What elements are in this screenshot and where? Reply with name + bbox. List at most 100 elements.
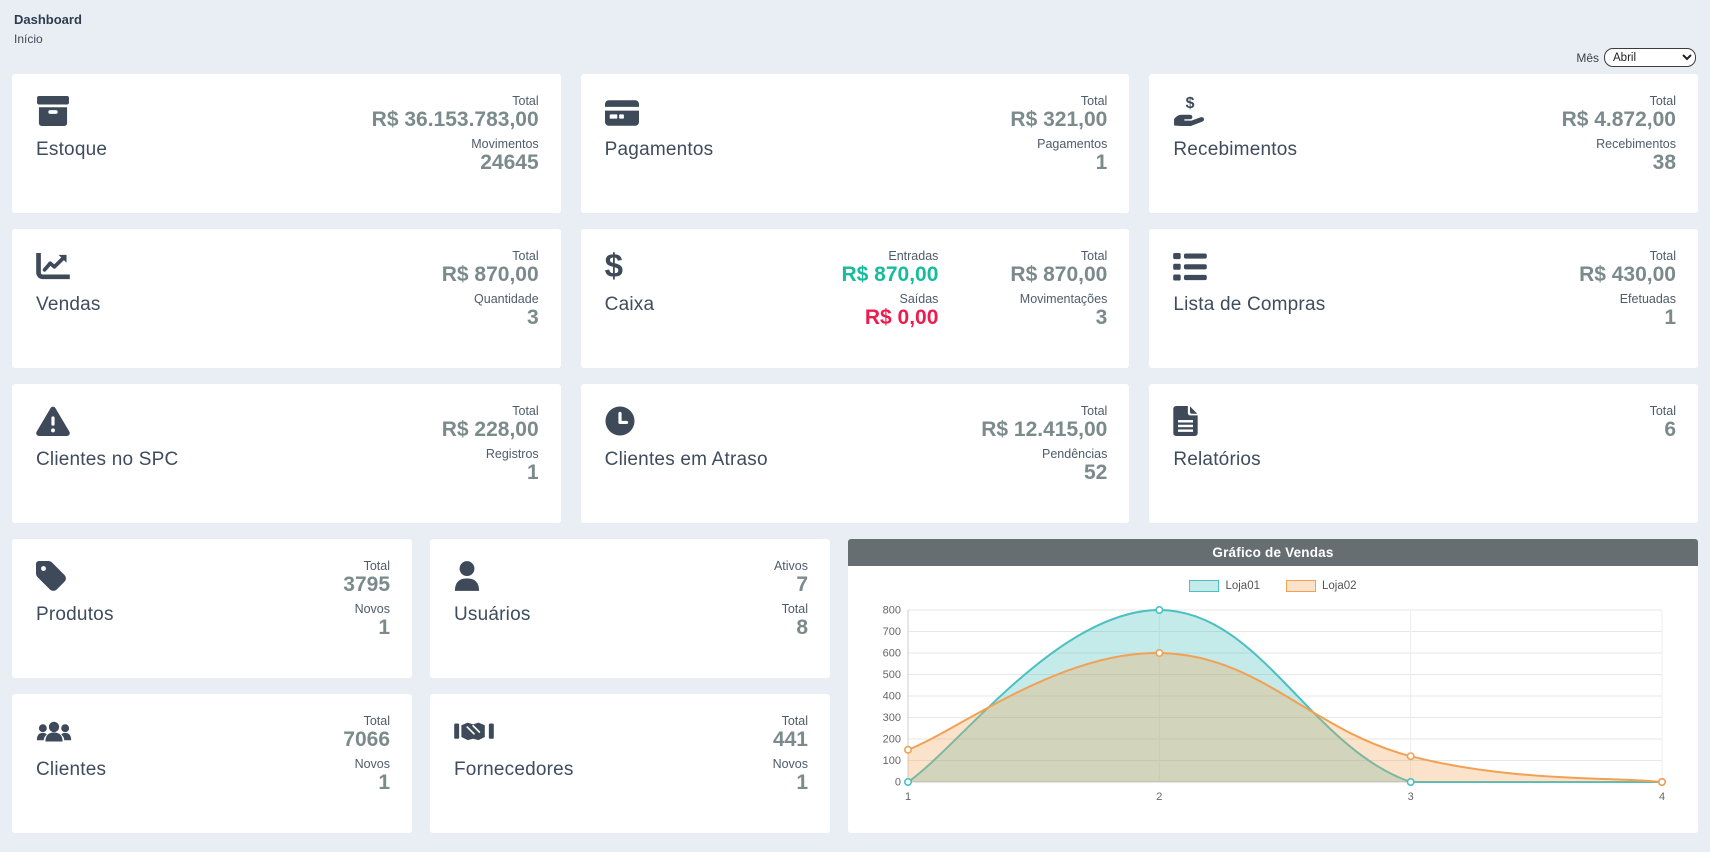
stat-value: 6	[1650, 418, 1676, 442]
card-vendas[interactable]: Vendas TotalR$ 870,00 Quantidade3	[12, 229, 561, 368]
card-relatorios[interactable]: Relatórios Total6	[1149, 384, 1698, 523]
legend-item-loja02[interactable]: Loja02	[1286, 580, 1357, 592]
svg-text:700: 700	[883, 626, 901, 638]
card-title: Lista de Compras	[1173, 294, 1325, 316]
stat-value: 1	[1010, 151, 1107, 175]
users-icon	[36, 714, 72, 746]
svg-text:100: 100	[883, 755, 901, 767]
dollar-sign-icon: $	[605, 249, 623, 281]
card-title: Pagamentos	[605, 139, 714, 161]
legend-item-loja01[interactable]: Loja01	[1189, 580, 1260, 592]
month-filter-row: Mês Abril	[12, 48, 1696, 67]
card-recebimentos[interactable]: $ Recebimentos TotalR$ 4.872,00 Recebime…	[1149, 74, 1698, 213]
card-title: Vendas	[36, 294, 101, 316]
stat-value: 38	[1562, 151, 1676, 175]
stat-label: Novos	[343, 602, 390, 616]
card-clientes[interactable]: Clientes Total7066 Novos1	[12, 694, 412, 833]
legend-label: Loja02	[1322, 580, 1357, 592]
card-title: Fornecedores	[454, 759, 574, 781]
stat-label: Novos	[773, 757, 808, 771]
stat-value: R$ 870,00	[442, 263, 539, 287]
stat-label: Total	[773, 714, 808, 728]
stat-label: Total	[1010, 94, 1107, 108]
stat-label: Quantidade	[442, 292, 539, 306]
card-fornecedores[interactable]: Fornecedores Total441 Novos1	[430, 694, 830, 833]
stat-label: Entradas	[841, 249, 938, 263]
stat-label: Total	[343, 559, 390, 573]
card-title: Caixa	[605, 294, 655, 316]
stat-label: Total	[442, 249, 539, 263]
card-pagamentos[interactable]: Pagamentos TotalR$ 321,00 Pagamentos1	[581, 74, 1130, 213]
card-title: Clientes	[36, 759, 106, 781]
breadcrumb[interactable]: Início	[14, 32, 1698, 46]
box-archive-icon	[36, 94, 70, 126]
stat-value: 1	[773, 771, 808, 795]
svg-text:800: 800	[883, 605, 901, 617]
svg-text:200: 200	[883, 734, 901, 746]
stat-label: Movimentos	[372, 137, 539, 151]
tag-icon	[36, 559, 66, 591]
stat-value: 3	[1010, 306, 1107, 330]
chart-title-bar: Gráfico de Vendas	[848, 539, 1698, 566]
stat-value: 52	[981, 461, 1107, 485]
svg-text:3: 3	[1408, 791, 1414, 803]
stat-value: R$ 36.153.783,00	[372, 108, 539, 132]
stat-value: R$ 870,00	[1010, 263, 1107, 287]
stat-label: Pagamentos	[1010, 137, 1107, 151]
stat-label: Efetuadas	[1579, 292, 1676, 306]
file-lines-icon	[1173, 404, 1198, 436]
card-title: Clientes no SPC	[36, 449, 178, 471]
stat-label: Total	[442, 404, 539, 418]
stat-value: R$ 430,00	[1579, 263, 1676, 287]
page-title: Dashboard	[14, 12, 1698, 27]
stat-value: 24645	[372, 151, 539, 175]
card-clientes-no-spc[interactable]: Clientes no SPC TotalR$ 228,00 Registros…	[12, 384, 561, 523]
stat-label: Total	[774, 602, 808, 616]
clock-icon	[605, 404, 635, 436]
card-title: Estoque	[36, 139, 107, 161]
stat-value: 3795	[343, 573, 390, 597]
stat-label: Total	[1650, 404, 1676, 418]
stat-value: 1	[343, 616, 390, 640]
stat-value: R$ 4.872,00	[1562, 108, 1676, 132]
card-produtos[interactable]: Produtos Total3795 Novos1	[12, 539, 412, 678]
handshake-icon	[454, 714, 494, 746]
card-caixa[interactable]: $ Caixa EntradasR$ 870,00 SaídasR$ 0,00 …	[581, 229, 1130, 368]
stat-label: Total	[343, 714, 390, 728]
svg-text:500: 500	[883, 669, 901, 681]
page-header: Dashboard Início	[14, 12, 1698, 46]
stat-value: 7	[774, 573, 808, 597]
stat-value: 1	[1579, 306, 1676, 330]
legend-swatch-loja01	[1189, 580, 1219, 592]
stat-label: Total	[1010, 249, 1107, 263]
card-title: Relatórios	[1173, 449, 1261, 471]
triangle-exclamation-icon	[36, 404, 70, 436]
month-select[interactable]: Abril	[1604, 48, 1696, 67]
stat-label: Movimentações	[1010, 292, 1107, 306]
stat-label: Saídas	[841, 292, 938, 306]
card-clientes-em-atraso[interactable]: Clientes em Atraso TotalR$ 12.415,00 Pen…	[581, 384, 1130, 523]
stat-label: Novos	[343, 757, 390, 771]
card-title: Produtos	[36, 604, 114, 626]
bottom-section: Produtos Total3795 Novos1 Usuários Ativo…	[12, 539, 1698, 833]
sales-chart-card: Gráfico de Vendas Loja01 Loja02 01002003…	[848, 539, 1698, 833]
card-title: Usuários	[454, 604, 531, 626]
stat-label: Ativos	[774, 559, 808, 573]
card-estoque[interactable]: Estoque TotalR$ 36.153.783,00 Movimentos…	[12, 74, 561, 213]
card-lista-de-compras[interactable]: Lista de Compras TotalR$ 430,00 Efetuada…	[1149, 229, 1698, 368]
svg-text:1: 1	[905, 791, 911, 803]
summary-cards-grid: Estoque Total R$ 36.153.783,00 Movimentos…	[12, 74, 1698, 523]
stat-label: Total	[1562, 94, 1676, 108]
card-title: Recebimentos	[1173, 139, 1297, 161]
card-usuarios[interactable]: Usuários Ativos7 Total8	[430, 539, 830, 678]
stat-label: Total	[1579, 249, 1676, 263]
hand-holding-dollar-icon: $	[1173, 94, 1207, 126]
stat-value: 7066	[343, 728, 390, 752]
stat-label: Pendências	[981, 447, 1107, 461]
svg-text:2: 2	[1156, 791, 1162, 803]
stat-value: R$ 228,00	[442, 418, 539, 442]
svg-text:400: 400	[883, 691, 901, 703]
list-icon	[1173, 249, 1207, 281]
svg-text:$: $	[1186, 96, 1195, 112]
stat-value: 8	[774, 616, 808, 640]
